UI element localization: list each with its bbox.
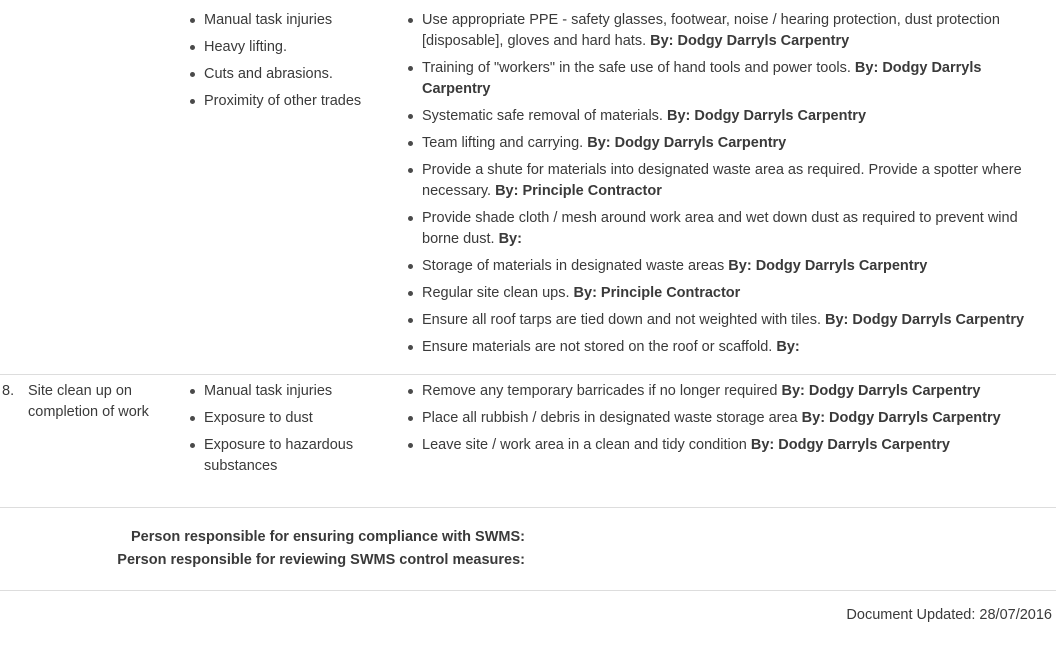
control-item: Place all rubbish / debris in designated… xyxy=(422,408,1052,429)
hazard-item: Manual task injuries xyxy=(204,10,396,31)
hazards-list: Manual task injuries Exposure to dust Ex… xyxy=(186,381,404,483)
control-item: Systematic safe removal of materials. By… xyxy=(422,106,1052,127)
control-text: Team lifting and carrying. xyxy=(422,135,587,151)
control-by: By: Dodgy Darryls Carpentry xyxy=(751,437,950,453)
control-by: By: xyxy=(499,231,522,247)
control-by: By: Dodgy Darryls Carpentry xyxy=(781,383,980,399)
control-text: Place all rubbish / debris in designated… xyxy=(422,410,802,426)
hazard-item: Exposure to dust xyxy=(204,408,396,429)
compliance-label-2: Person responsible for reviewing SWMS co… xyxy=(0,550,525,571)
hazard-item: Proximity of other trades xyxy=(204,91,396,112)
row-number: 8. xyxy=(0,381,28,402)
control-text: Ensure all roof tarps are tied down and … xyxy=(422,312,825,328)
control-by: By: xyxy=(776,339,799,355)
task-description: Site clean up on completion of work xyxy=(28,381,186,423)
compliance-line-1: Person responsible for ensuring complian… xyxy=(0,527,1056,548)
hazard-item: Heavy lifting. xyxy=(204,37,396,58)
control-item: Leave site / work area in a clean and ti… xyxy=(422,435,1052,456)
control-item: Training of "workers" in the safe use of… xyxy=(422,58,1052,100)
control-text: Ensure materials are not stored on the r… xyxy=(422,339,776,355)
control-item: Provide a shute for materials into desig… xyxy=(422,160,1052,202)
control-item: Remove any temporary barricades if no lo… xyxy=(422,381,1052,402)
controls-list: Use appropriate PPE - safety glasses, fo… xyxy=(404,10,1056,364)
control-item: Ensure materials are not stored on the r… xyxy=(422,337,1052,358)
hazards-list: Manual task injuries Heavy lifting. Cuts… xyxy=(186,10,404,118)
control-by: By: Dodgy Darryls Carpentry xyxy=(650,33,849,49)
compliance-section: Person responsible for ensuring complian… xyxy=(0,507,1056,591)
control-text: Regular site clean ups. xyxy=(422,285,574,301)
hazard-item: Cuts and abrasions. xyxy=(204,64,396,85)
swms-document: Manual task injuries Heavy lifting. Cuts… xyxy=(0,0,1060,634)
control-item: Ensure all roof tarps are tied down and … xyxy=(422,310,1052,331)
compliance-line-2: Person responsible for reviewing SWMS co… xyxy=(0,550,1056,571)
task-row-8: 8. Site clean up on completion of work M… xyxy=(0,375,1056,493)
control-by: By: Principle Contractor xyxy=(574,285,741,301)
control-item: Provide shade cloth / mesh around work a… xyxy=(422,208,1052,250)
task-row-continuation: Manual task injuries Heavy lifting. Cuts… xyxy=(0,4,1056,375)
control-text: Leave site / work area in a clean and ti… xyxy=(422,437,751,453)
control-text: Remove any temporary barricades if no lo… xyxy=(422,383,781,399)
control-item: Use appropriate PPE - safety glasses, fo… xyxy=(422,10,1052,52)
control-by: By: Dodgy Darryls Carpentry xyxy=(825,312,1024,328)
document-updated: Document Updated: 28/07/2016 xyxy=(0,591,1056,626)
control-by: By: Dodgy Darryls Carpentry xyxy=(587,135,786,151)
control-text: Storage of materials in designated waste… xyxy=(422,258,728,274)
control-item: Regular site clean ups. By: Principle Co… xyxy=(422,283,1052,304)
control-by: By: Dodgy Darryls Carpentry xyxy=(667,108,866,124)
control-by: By: Principle Contractor xyxy=(495,183,662,199)
hazard-item: Manual task injuries xyxy=(204,381,396,402)
controls-list: Remove any temporary barricades if no lo… xyxy=(404,381,1056,462)
control-by: By: Dodgy Darryls Carpentry xyxy=(728,258,927,274)
control-by: By: Dodgy Darryls Carpentry xyxy=(802,410,1001,426)
control-text: Training of "workers" in the safe use of… xyxy=(422,60,855,76)
control-item: Storage of materials in designated waste… xyxy=(422,256,1052,277)
control-item: Team lifting and carrying. By: Dodgy Dar… xyxy=(422,133,1052,154)
hazard-item: Exposure to hazardous substances xyxy=(204,435,396,477)
compliance-label-1: Person responsible for ensuring complian… xyxy=(0,527,525,548)
control-text: Systematic safe removal of materials. xyxy=(422,108,667,124)
